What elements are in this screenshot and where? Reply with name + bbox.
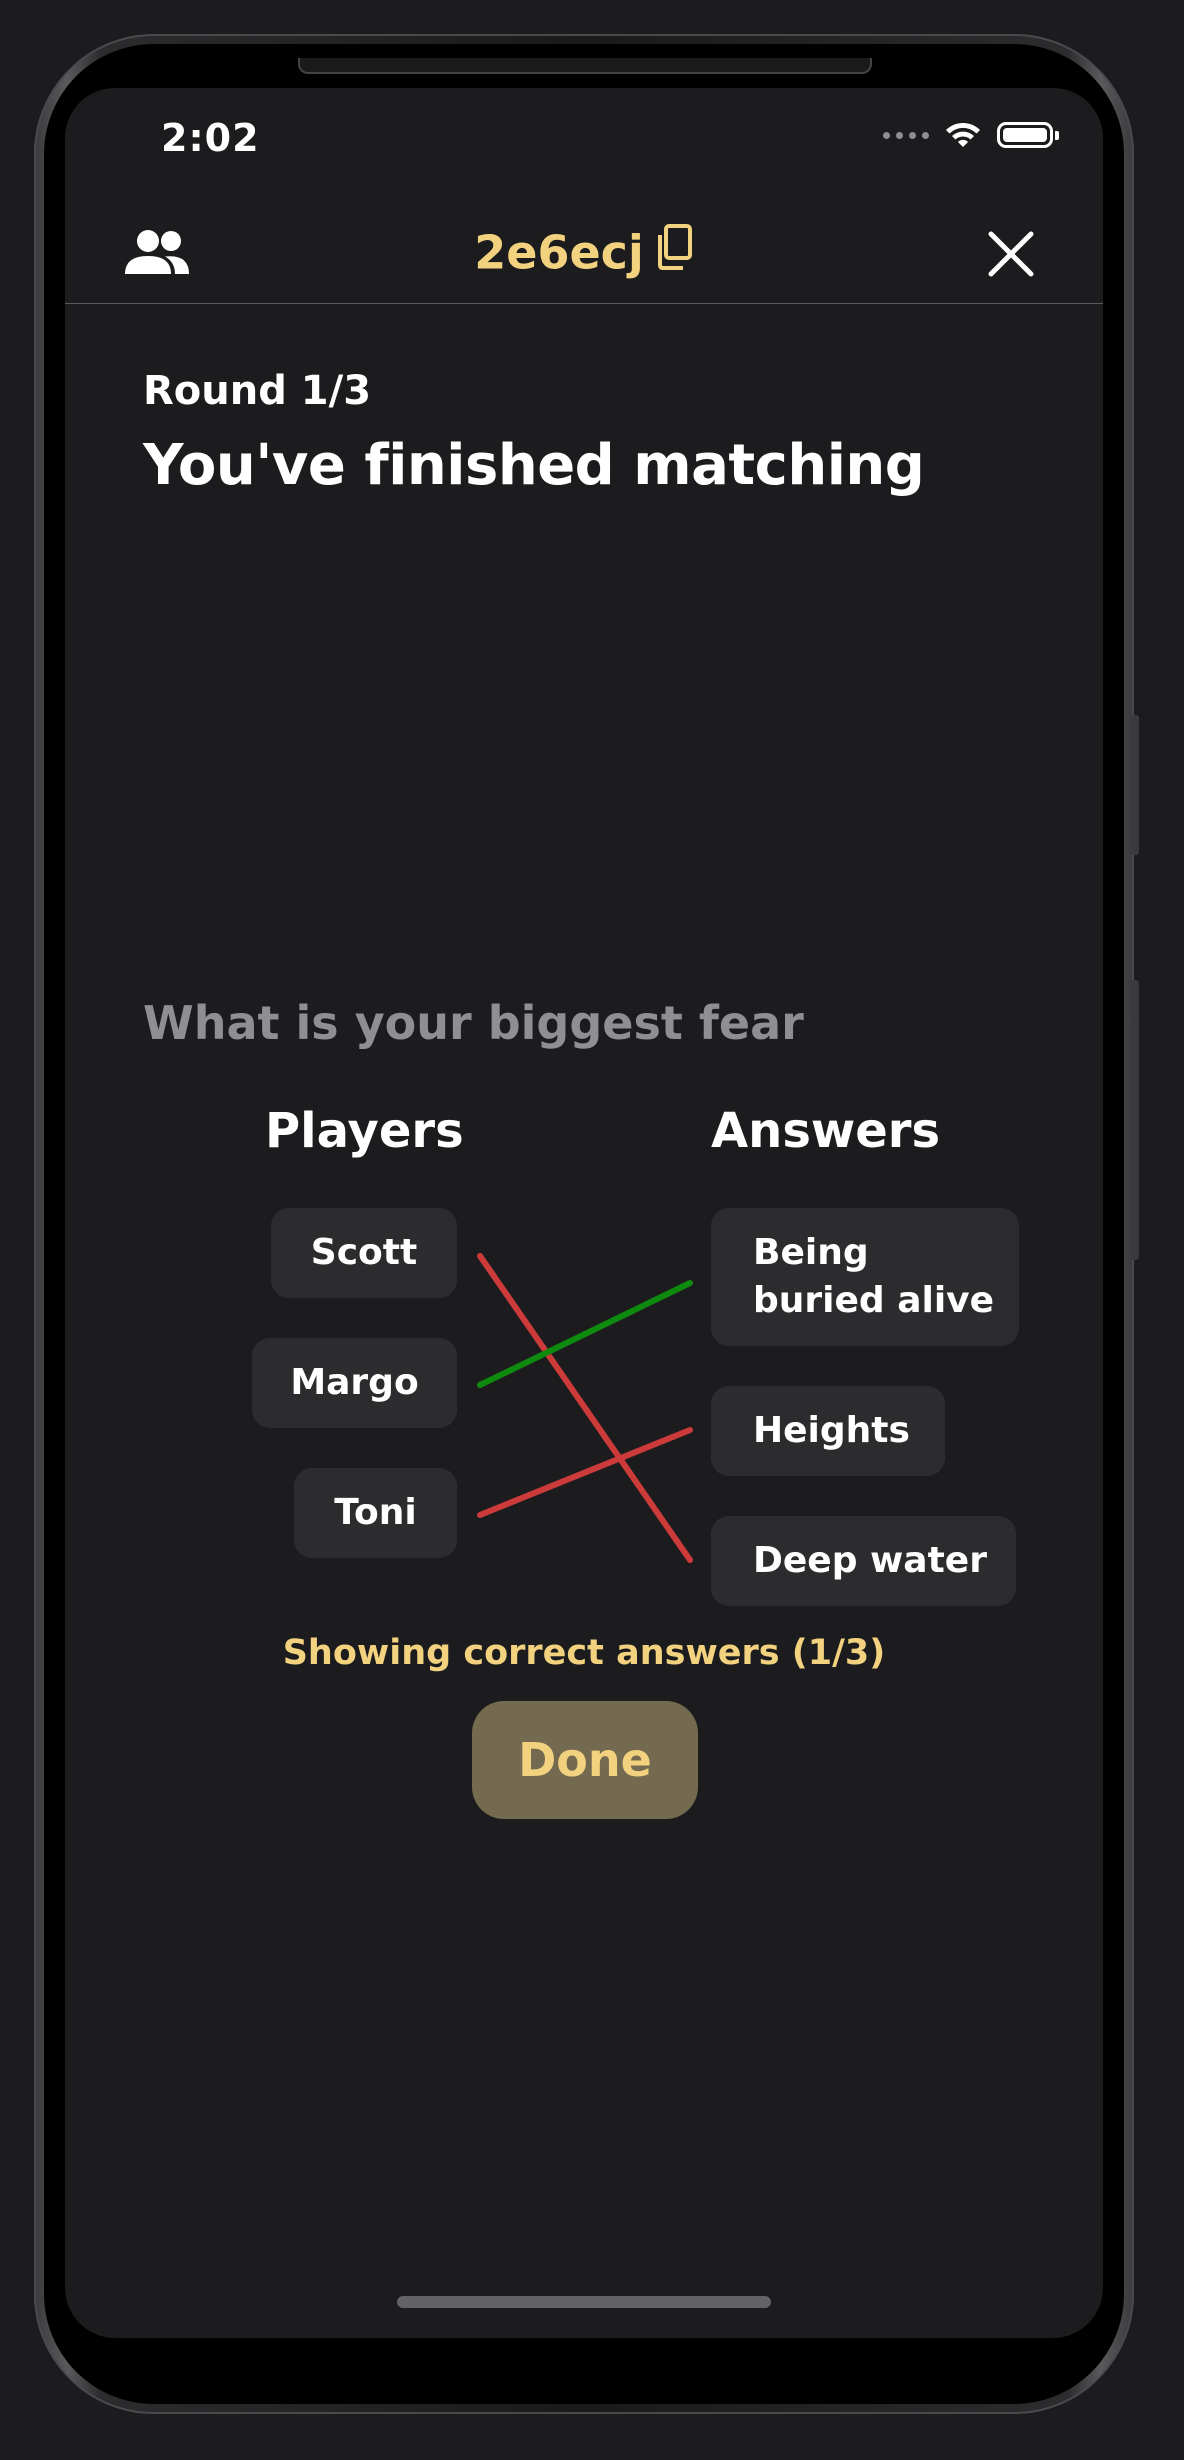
power-button (1131, 980, 1139, 1260)
match-lines (477, 1253, 693, 1563)
result-status: Showing correct answers (1/3) (282, 1633, 886, 1673)
match-line-toni (477, 1427, 693, 1518)
top-edge (298, 58, 872, 74)
volume-button (1131, 715, 1139, 855)
done-button[interactable]: Done (472, 1701, 698, 1819)
app-screen: 2:02 2e6ecj Round 1/3 You've finished ma… (65, 88, 1103, 2338)
home-indicator[interactable] (397, 2296, 771, 2308)
